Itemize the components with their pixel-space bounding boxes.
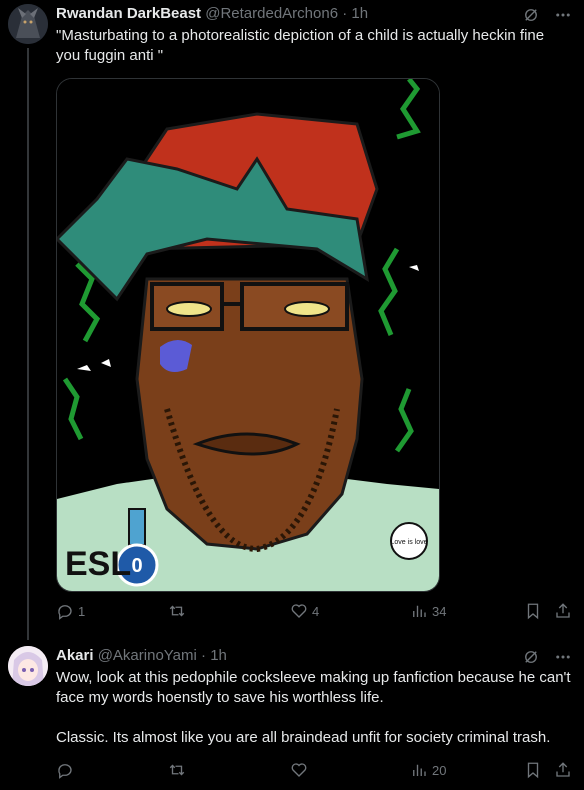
retweet-icon: [169, 605, 185, 617]
tweet-header: Rwandan DarkBeast @RetardedArchon6 · 1h: [56, 4, 368, 24]
like-icon: [291, 763, 307, 777]
reply-button[interactable]: [56, 761, 78, 779]
display-name[interactable]: Rwandan DarkBeast: [56, 5, 201, 22]
thread-line: [27, 48, 29, 640]
share-button[interactable]: [554, 761, 572, 779]
tweet-actions: 20: [56, 761, 576, 781]
tweet-header: Akari @AkarinoYami · 1h: [56, 646, 227, 666]
bookmark-button[interactable]: [524, 602, 542, 620]
reply-icon: [58, 605, 72, 620]
retweet-button[interactable]: [168, 761, 190, 779]
views-button[interactable]: 34: [410, 602, 446, 620]
tweet-text-paragraph-1: Wow, look at this pedophile cocksleeve m…: [56, 669, 571, 706]
handle[interactable]: @RetardedArchon6: [205, 5, 338, 22]
timestamp[interactable]: · 1h: [201, 647, 227, 664]
timestamp[interactable]: · 1h: [342, 5, 368, 22]
retweet-button[interactable]: [168, 602, 190, 620]
like-count: 4: [312, 603, 320, 619]
views-count: 20: [432, 762, 447, 778]
views-count: 34: [432, 603, 447, 619]
handle[interactable]: @AkarinoYami: [98, 647, 197, 664]
avatar[interactable]: [8, 4, 48, 44]
views-button[interactable]: 20: [410, 761, 446, 779]
share-icon: [556, 762, 570, 777]
avatar[interactable]: [8, 646, 48, 686]
share-icon: [556, 603, 570, 618]
display-name[interactable]: Akari: [56, 647, 94, 664]
medal-label: 0: [131, 555, 142, 577]
bookmark-icon: [527, 603, 539, 620]
reply-count: 1: [78, 603, 86, 619]
tweet-media-image[interactable]: 0 ESL Love is love: [56, 78, 440, 592]
like-icon: [291, 604, 307, 618]
like-button[interactable]: [290, 761, 312, 779]
like-button[interactable]: 4: [290, 602, 319, 620]
sticker-label: Love is love: [391, 539, 428, 546]
views-icon: [413, 605, 426, 617]
share-button[interactable]: [554, 602, 572, 620]
reply-button[interactable]: 1: [56, 602, 85, 620]
tweet-text: Wow, look at this pedophile cocksleeve m…: [56, 668, 571, 748]
views-icon: [413, 764, 426, 776]
tweet-text: "Masturbating to a photorealistic depict…: [56, 27, 545, 64]
bookmark-icon: [527, 762, 539, 779]
tweet-2: Akari @AkarinoYami · 1h Wow, look at thi…: [0, 640, 584, 790]
reply-icon: [58, 764, 72, 779]
esl-label: ESL: [65, 545, 131, 583]
bookmark-button[interactable]: [524, 761, 542, 779]
retweet-icon: [169, 764, 185, 776]
tweet-1: Rwandan DarkBeast @RetardedArchon6 · 1h …: [0, 0, 584, 640]
tweet-actions: 1 4 34: [56, 602, 576, 622]
tweet-text-paragraph-2: Classic. Its almost like you are all bra…: [56, 729, 551, 746]
